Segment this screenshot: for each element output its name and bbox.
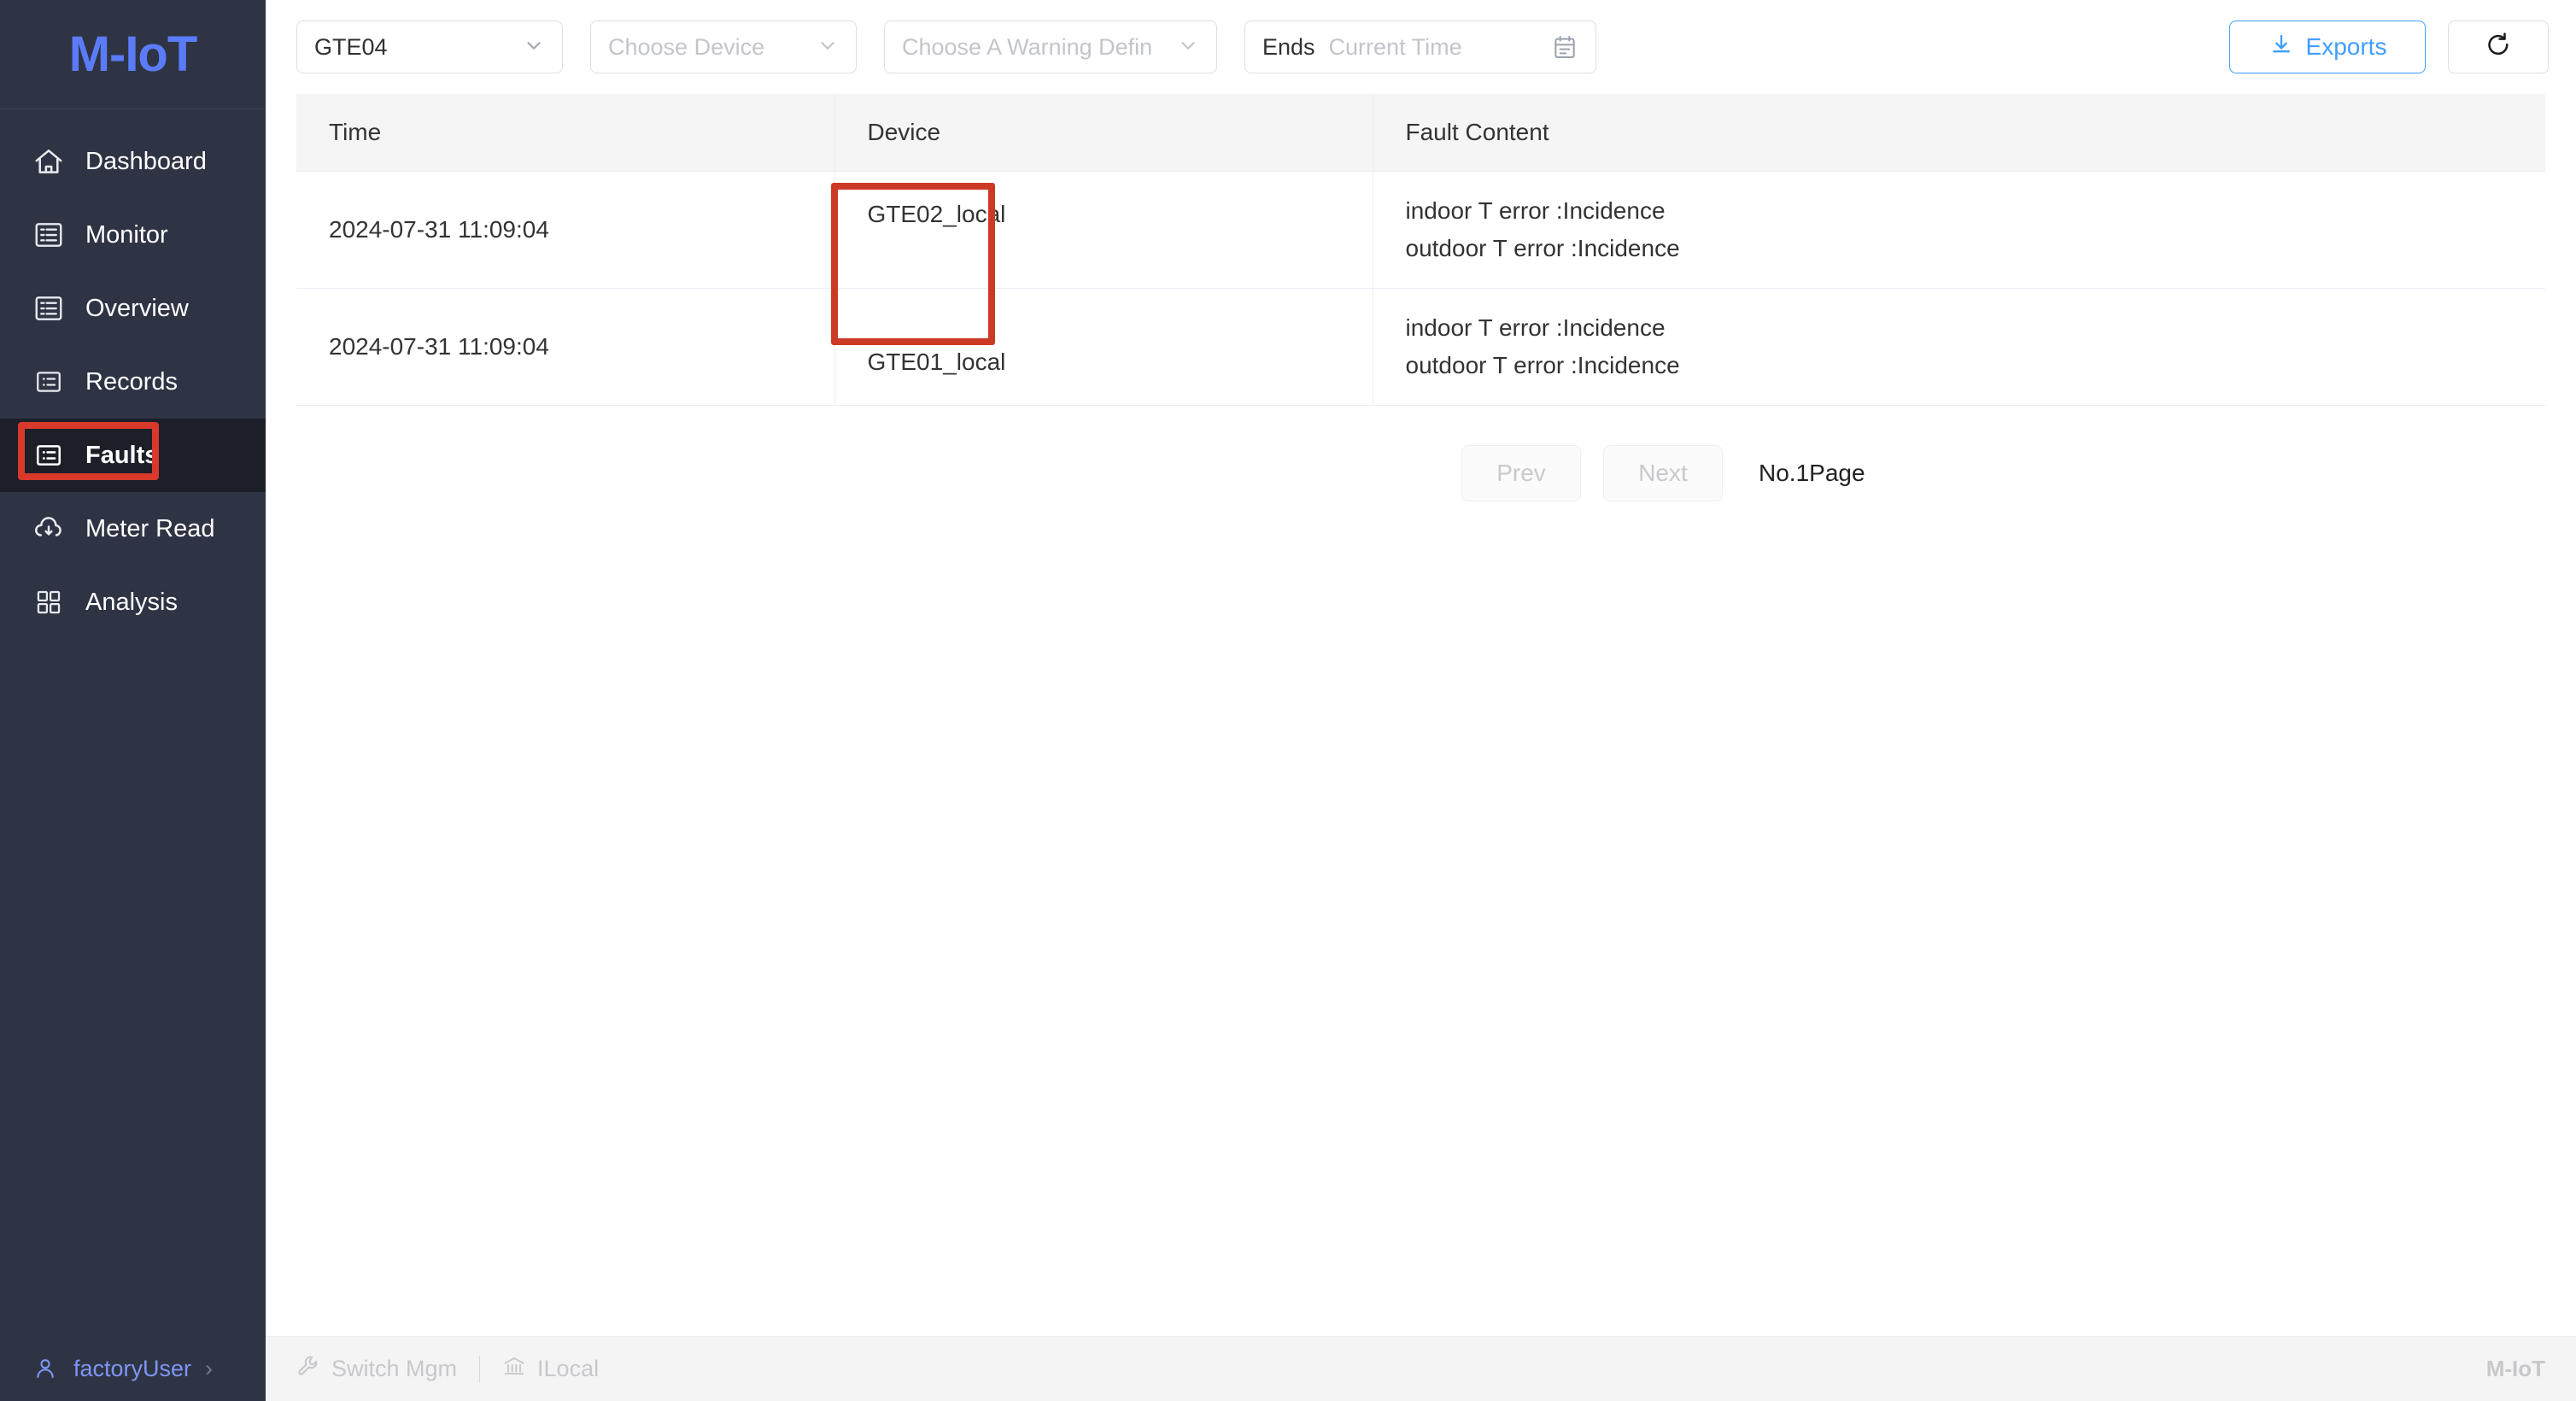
sidebar-item-label: Meter Read (85, 514, 215, 542)
column-header-device: Device (834, 94, 1373, 172)
cell-device: GTE02_local (834, 171, 1373, 289)
user-name: factoryUser (73, 1355, 192, 1381)
table-head: Time Device Fault Content (296, 94, 2545, 172)
bank-icon (502, 1354, 526, 1384)
user-menu[interactable]: factoryUser › (0, 1336, 266, 1401)
column-header-fault-content: Fault Content (1373, 94, 2545, 172)
toolbar-actions: Exports (2229, 21, 2549, 73)
sidebar-item-label: Records (85, 367, 178, 396)
sidebar-item-label: Faults (85, 441, 159, 469)
cell-fault-content: indoor T error :Incidence outdoor T erro… (1373, 288, 2545, 406)
grid-icon (31, 584, 67, 620)
fault-line: indoor T error :Incidence (1405, 197, 1666, 225)
exports-button-label: Exports (2305, 33, 2387, 60)
end-date-value: Current Time (1328, 33, 1462, 60)
locale-button[interactable]: ILocal (502, 1354, 599, 1384)
status-bar: Switch Mgm ILocal M-IoT (266, 1336, 2576, 1401)
sidebar-item-label: Overview (85, 294, 189, 322)
brand-logo-text: M-IoT (68, 26, 198, 82)
fault-line: indoor T error :Incidence (1405, 314, 1666, 342)
table-row[interactable]: 2024-07-31 11:09:04 GTE02_local indoor T… (296, 171, 2545, 289)
end-date-label: Ends (1262, 33, 1315, 60)
cell-time: 2024-07-31 11:09:04 (296, 288, 835, 406)
user-icon (31, 1354, 60, 1383)
brand-logo: M-IoT (0, 0, 266, 109)
prev-page-button[interactable]: Prev (1461, 444, 1581, 501)
sidebar-item-records[interactable]: Records (0, 345, 266, 419)
sidebar-item-label: Monitor (85, 220, 168, 249)
exports-button[interactable]: Exports (2229, 21, 2426, 73)
sidebar-item-overview[interactable]: Overview (0, 272, 266, 345)
device-select-value: Choose Device (608, 33, 765, 60)
statusbar-brand: M-IoT (2485, 1356, 2545, 1381)
fault-line: outdoor T error :Incidence (1405, 234, 1680, 261)
warning-definition-select[interactable]: Choose A Warning Defin (884, 21, 1217, 73)
table-body: 2024-07-31 11:09:04 GTE02_local indoor T… (296, 171, 2545, 406)
table-row[interactable]: 2024-07-31 11:09:04 GTE01_local indoor T… (296, 288, 2545, 406)
sidebar-nav: Dashboard Monitor Overview Records Fault… (0, 109, 266, 1336)
refresh-icon (2484, 31, 2513, 64)
device-select[interactable]: Choose Device (590, 21, 857, 73)
switch-mgm-label: Switch Mgm (331, 1356, 458, 1381)
download-icon (2269, 32, 2294, 63)
site-select-value: GTE04 (314, 33, 388, 60)
fault-line: outdoor T error :Incidence (1405, 351, 1680, 378)
page-indicator: No.1Page (1759, 459, 1865, 486)
chevron-down-icon (817, 34, 839, 60)
locale-label: ILocal (537, 1356, 600, 1381)
home-icon (31, 144, 67, 179)
calendar-icon (1551, 33, 1578, 61)
main-content: GTE04 Choose Device Choose A Warning Def… (266, 0, 2576, 1401)
sidebar-item-analysis[interactable]: Analysis (0, 566, 266, 639)
list-box-icon (31, 437, 67, 473)
switch-mgm-button[interactable]: Switch Mgm (296, 1354, 457, 1384)
chevron-down-icon (1177, 34, 1199, 60)
list-icon (31, 217, 67, 253)
sidebar-item-meter-read[interactable]: Meter Read (0, 492, 266, 566)
next-page-button[interactable]: Next (1603, 444, 1723, 501)
sidebar: M-IoT Dashboard Monitor Overview Records… (0, 0, 266, 1401)
cell-device: GTE01_local (834, 288, 1373, 406)
end-date-input[interactable]: Ends Current Time (1244, 21, 1596, 73)
wrench-icon (296, 1354, 320, 1384)
warning-definition-value: Choose A Warning Defin (902, 33, 1153, 60)
chevron-right-icon: › (205, 1355, 214, 1381)
sidebar-item-label: Dashboard (85, 147, 207, 175)
faults-table: Time Device Fault Content 2024-07-31 11:… (296, 94, 2545, 406)
refresh-button[interactable] (2448, 21, 2549, 73)
chevron-down-icon (523, 34, 545, 60)
list-icon (31, 290, 67, 326)
pagination: Prev Next No.1Page (266, 406, 2576, 501)
cloud-down-icon (31, 511, 67, 547)
table-header-row: Time Device Fault Content (296, 94, 2545, 172)
site-select[interactable]: GTE04 (296, 21, 563, 73)
filter-toolbar: GTE04 Choose Device Choose A Warning Def… (266, 0, 2576, 94)
faults-table-container: Time Device Fault Content 2024-07-31 11:… (296, 94, 2545, 406)
cell-fault-content: indoor T error :Incidence outdoor T erro… (1373, 171, 2545, 289)
list-box-icon (31, 364, 67, 400)
sidebar-item-monitor[interactable]: Monitor (0, 198, 266, 272)
status-divider (479, 1355, 481, 1383)
column-header-time: Time (296, 94, 835, 172)
sidebar-item-label: Analysis (85, 588, 178, 616)
app-root: M-IoT Dashboard Monitor Overview Records… (0, 0, 2576, 1401)
cell-time: 2024-07-31 11:09:04 (296, 171, 835, 289)
sidebar-item-faults[interactable]: Faults (0, 419, 266, 492)
sidebar-item-dashboard[interactable]: Dashboard (0, 125, 266, 198)
